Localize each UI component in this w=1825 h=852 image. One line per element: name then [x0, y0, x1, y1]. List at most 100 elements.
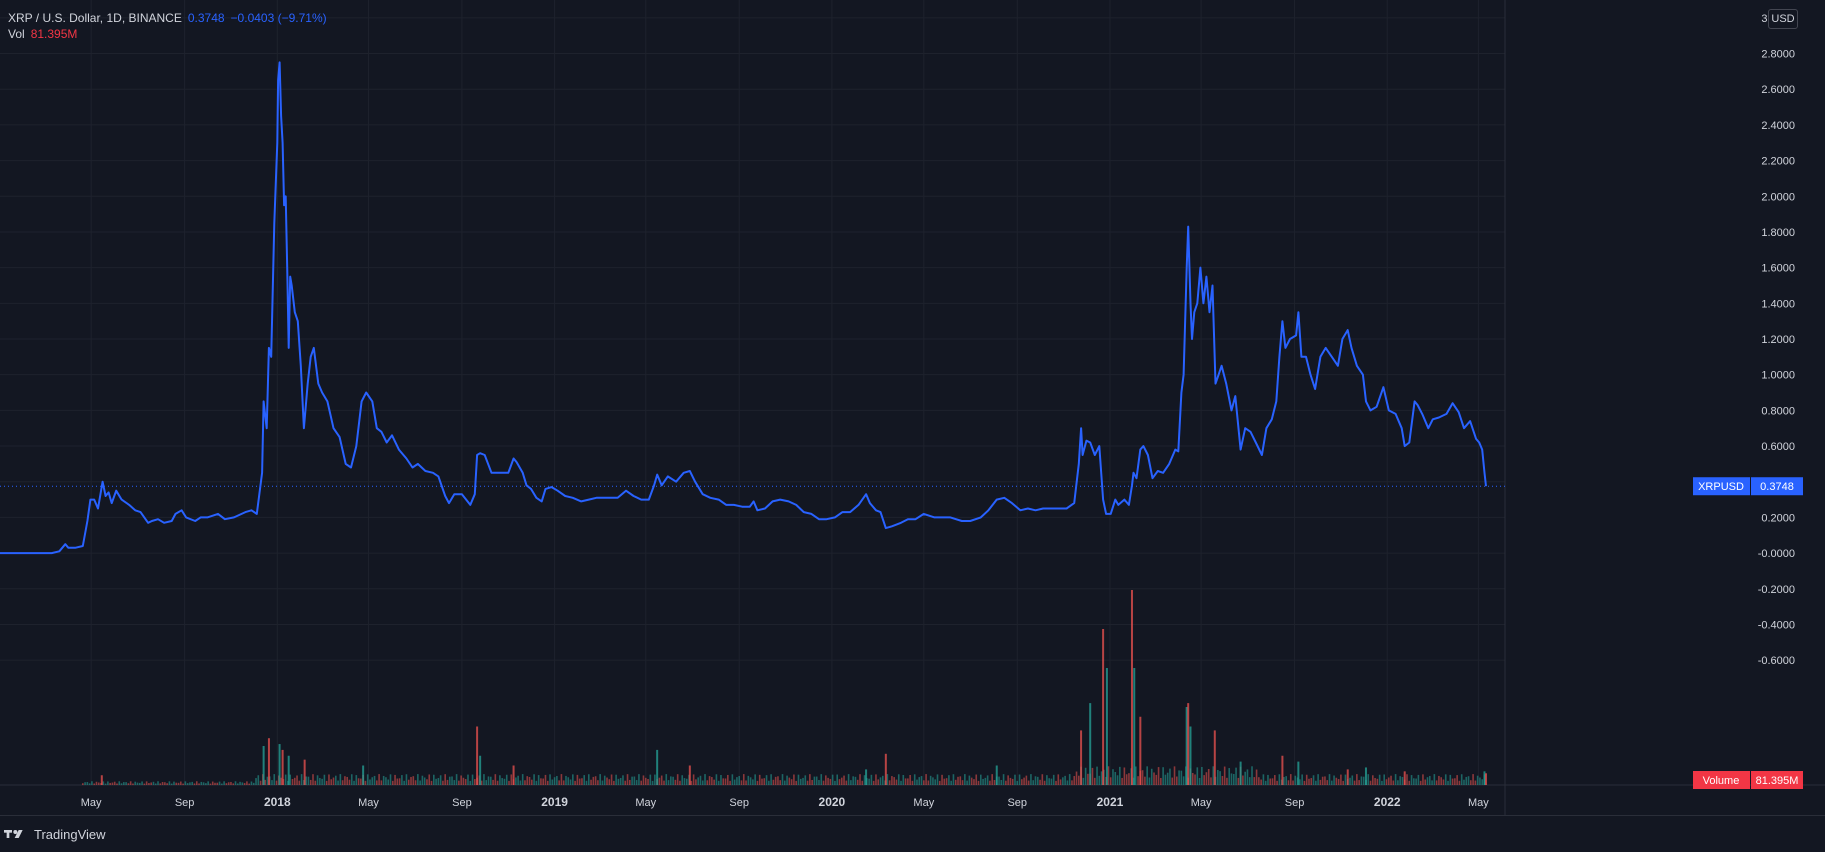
- volume-bar: [1182, 776, 1185, 785]
- volume-bar: [1376, 778, 1379, 785]
- volume-bar: [583, 775, 586, 785]
- tradingview-logo[interactable]: TradingView: [4, 827, 106, 842]
- volume-bar: [1449, 774, 1452, 785]
- volume-bar: [1055, 780, 1057, 785]
- volume-bar: [1454, 778, 1456, 785]
- volume-bar: [959, 776, 962, 785]
- volume-bar: [724, 778, 727, 785]
- volume-bar: [300, 774, 303, 785]
- volume-bar: [927, 780, 930, 785]
- volume-bar: [1330, 780, 1333, 785]
- volume-bar: [344, 776, 346, 785]
- volume-bar: [200, 781, 203, 785]
- volume-bar: [252, 782, 255, 785]
- y-tick-label: 1.0000: [1761, 370, 1795, 382]
- volume-bar: [464, 779, 467, 785]
- volume-bar: [1153, 772, 1155, 785]
- volume-bar: [597, 780, 599, 785]
- volume-bar: [189, 782, 191, 785]
- price-chart[interactable]: 3.00002.80002.60002.40002.20002.00001.80…: [0, 0, 1825, 815]
- volume-bar: [421, 775, 424, 785]
- volume-bar: [444, 774, 446, 785]
- volume-bar: [1289, 774, 1292, 785]
- x-tick-label: Sep: [1007, 797, 1027, 809]
- volume-bar: [1082, 777, 1085, 785]
- volume-bar: [829, 778, 832, 785]
- volume-bar: [938, 780, 941, 785]
- x-tick-label: May: [635, 797, 656, 809]
- volume-bar: [870, 774, 873, 785]
- volume-bar: [193, 783, 196, 785]
- symbol-title[interactable]: XRP / U.S. Dollar, 1D, BINANCE: [8, 10, 182, 26]
- volume-bar: [1413, 778, 1415, 785]
- volume-bar: [246, 781, 248, 785]
- currency-button[interactable]: USD: [1768, 9, 1798, 29]
- volume-bar: [412, 776, 415, 785]
- volume-bar: [752, 779, 754, 785]
- x-tick-label: Sep: [1285, 797, 1305, 809]
- volume-bar: [1237, 777, 1240, 785]
- vol-value: 81.395M: [30, 27, 78, 41]
- volume-bar: [157, 781, 159, 785]
- volume-bar: [765, 775, 768, 785]
- y-tick-label: 0.2000: [1761, 512, 1795, 524]
- volume-bar: [159, 783, 162, 785]
- volume-bar: [850, 780, 852, 785]
- volume-bar: [658, 777, 661, 785]
- volume-bar: [348, 779, 351, 785]
- volume-bar: [562, 780, 565, 785]
- volume-bar: [1128, 773, 1130, 785]
- volume-bar: [1146, 766, 1148, 785]
- volume-bar: [1160, 777, 1162, 785]
- volume-bar: [391, 780, 394, 785]
- volume-bar: [423, 777, 426, 785]
- volume-bar: [825, 775, 827, 785]
- chart-container[interactable]: 3.00002.80002.60002.40002.20002.00001.80…: [0, 0, 1825, 852]
- volume-bar: [211, 781, 214, 785]
- volume-bar: [952, 774, 955, 785]
- volume-bar: [202, 782, 205, 785]
- volume-bar: [957, 776, 959, 785]
- volume-bar: [572, 774, 574, 785]
- vol-label[interactable]: Vol: [8, 26, 25, 42]
- volume-bar: [533, 774, 535, 785]
- volume-bar: [1180, 770, 1183, 785]
- y-tick-label: 1.6000: [1761, 263, 1795, 275]
- volume-bar: [145, 781, 148, 785]
- volume-bar: [1171, 777, 1174, 785]
- volume-bar: [1130, 590, 1133, 785]
- volume-bar: [991, 774, 993, 785]
- volume-bar: [904, 778, 907, 785]
- volume-bar: [651, 780, 654, 785]
- x-tick-label: Sep: [452, 797, 472, 809]
- volume-bar: [895, 779, 898, 785]
- volume-bar: [537, 775, 540, 785]
- volume-bar: [341, 780, 344, 785]
- volume-bar: [665, 774, 668, 785]
- volume-bar: [1351, 775, 1354, 785]
- volume-bar: [1385, 779, 1388, 785]
- volume-bar: [414, 780, 417, 785]
- volume-bar: [834, 780, 836, 785]
- volume-bar: [334, 775, 337, 785]
- volume-bar: [1164, 774, 1167, 785]
- volume-bar: [806, 780, 809, 785]
- volume-bar: [1476, 775, 1479, 785]
- volume-bar: [1041, 774, 1044, 785]
- volume-bar: [1166, 772, 1169, 785]
- volume-bar: [1102, 629, 1105, 785]
- volume-bar: [569, 779, 572, 785]
- volume-bar: [1173, 766, 1176, 785]
- volume-bar: [1356, 774, 1358, 785]
- x-tick-label: 2019: [541, 795, 568, 809]
- volume-bar: [745, 780, 747, 785]
- volume-bar: [777, 776, 779, 785]
- volume-bar: [649, 774, 652, 785]
- volume-bar: [797, 774, 800, 785]
- volume-bar: [556, 775, 558, 785]
- volume-bar: [394, 774, 396, 785]
- volume-bar: [1141, 770, 1144, 785]
- volume-bar: [1230, 773, 1233, 785]
- volume-bar: [1196, 767, 1199, 785]
- volume-bar: [1059, 779, 1062, 785]
